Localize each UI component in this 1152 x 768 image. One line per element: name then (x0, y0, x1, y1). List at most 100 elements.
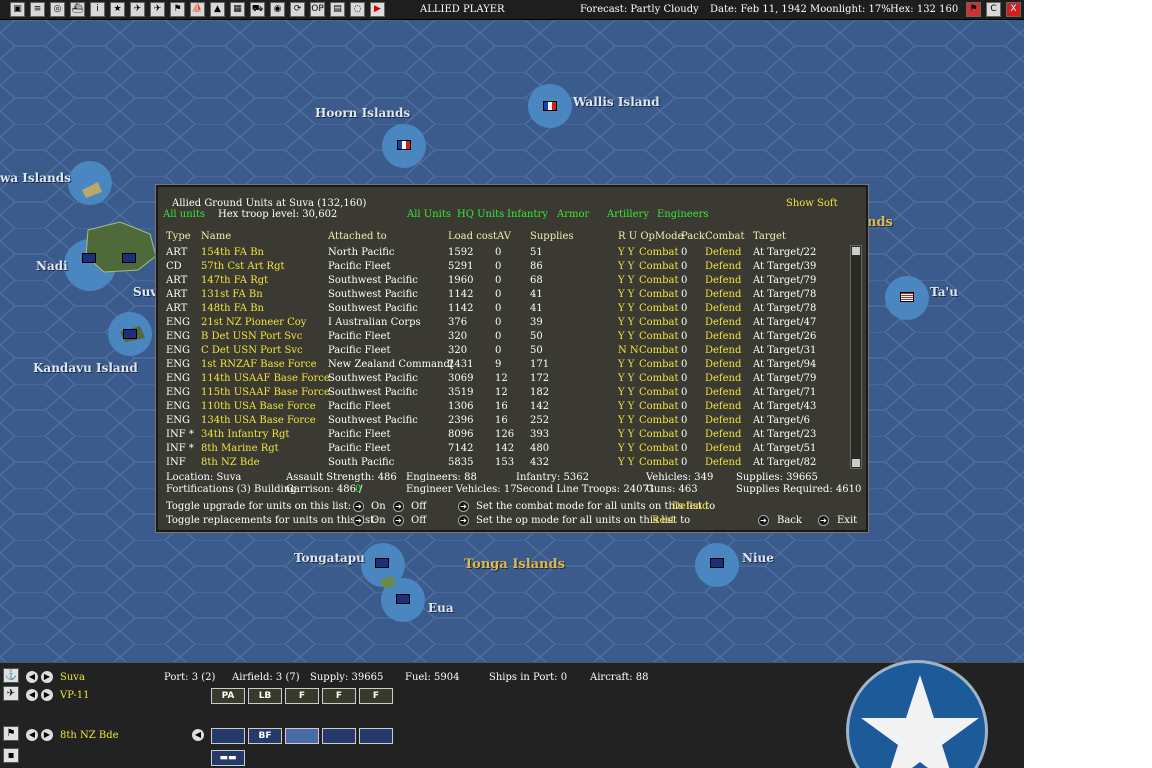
unit-name[interactable]: 154th FA Bn (201, 247, 264, 258)
air-unit-icon[interactable]: F (359, 688, 393, 704)
exit-icon[interactable]: ➔ (818, 515, 829, 526)
unit-row[interactable]: INF 8th NZ Bde South Pacific 5835 153 432 Y Y C… (158, 457, 838, 471)
unit-combat[interactable]: Defend (705, 429, 741, 440)
unit-opmode[interactable]: Combat (639, 331, 679, 342)
unit-name[interactable]: 147th FA Rgt (201, 275, 268, 286)
back-button[interactable]: Back (777, 515, 802, 526)
end-turn-icon[interactable]: ▶ (370, 2, 385, 17)
unit-combat[interactable]: Defend (705, 401, 741, 412)
info-icon[interactable]: i (90, 2, 105, 17)
uk-flag-icon[interactable] (122, 253, 136, 263)
unit-opmode[interactable]: Combat (639, 289, 679, 300)
save-icon[interactable]: ▣ (10, 2, 25, 17)
unit-name[interactable]: 131st FA Bn (201, 289, 263, 300)
prev-base-icon[interactable]: ◀ (26, 671, 38, 683)
show-soft-toggle[interactable]: Show Soft (786, 198, 838, 209)
unit-name[interactable]: 1st RNZAF Base Force (201, 359, 317, 370)
uk-flag-icon[interactable] (396, 594, 410, 604)
unit-row[interactable]: ART 147th FA Rgt Southwest Pacific 1960 0 68 Y… (158, 275, 838, 289)
globe-icon[interactable]: ◎ (50, 2, 65, 17)
unit-opmode[interactable]: Combat (639, 443, 679, 454)
col-load-cost[interactable]: Load cost (448, 231, 497, 242)
flag-icon[interactable]: ⚑ (3, 726, 19, 741)
unit-opmode[interactable]: Combat (639, 275, 679, 286)
base-name[interactable]: Suva (60, 672, 85, 683)
filter-artillery[interactable]: Artillery (607, 209, 649, 220)
unit-combat[interactable]: Defend (705, 261, 741, 272)
next-unit-icon[interactable]: ▶ (41, 729, 53, 741)
unit-opmode[interactable]: Combat (639, 457, 679, 468)
all-units-toggle[interactable]: All units (163, 209, 205, 220)
ship-unit-icon[interactable]: ▬▬ (211, 750, 245, 766)
unit-combat[interactable]: Defend (705, 317, 741, 328)
uk-flag-icon[interactable] (710, 558, 724, 568)
truck-icon[interactable]: ⛟ (250, 2, 265, 17)
land-unit-icon[interactable]: BF (248, 728, 282, 744)
air-unit-icon[interactable]: LB (248, 688, 282, 704)
land-unit-icon[interactable] (322, 728, 356, 744)
french-flag-icon[interactable] (543, 101, 557, 111)
scroll-up-icon[interactable] (852, 247, 860, 255)
unit-row[interactable]: ENG B Det USN Port Svc Pacific Fleet 320 0 50… (158, 331, 838, 345)
unit-name[interactable]: 57th Cst Art Rgt (201, 261, 285, 272)
upgrade-off-button[interactable]: Off (411, 501, 426, 512)
col-combat[interactable]: Combat (705, 231, 745, 242)
unit-row[interactable]: ENG 1st RNZAF Base Force New Zealand Comma… (158, 359, 838, 373)
scroll-down-icon[interactable] (852, 459, 860, 467)
earth-icon[interactable]: ◉ (270, 2, 285, 17)
air-unit-icon[interactable]: F (322, 688, 356, 704)
prev-land-unit-icon[interactable]: ◀ (192, 729, 204, 741)
squadron-name[interactable]: VP-11 (60, 690, 90, 701)
uk-flag-icon[interactable] (375, 558, 389, 568)
unit-combat[interactable]: Defend (705, 359, 741, 370)
unit-row[interactable]: ART 154th FA Bn North Pacific 1592 0 51 Y Y Com… (158, 247, 838, 261)
combat-mode-icon[interactable]: ➔ (458, 501, 469, 512)
replacements-on-icon[interactable]: ➔ (353, 515, 364, 526)
col-av[interactable]: AV (497, 231, 511, 242)
filter-all-units[interactable]: All Units (407, 209, 451, 220)
unit-name[interactable]: 8th Marine Rgt (201, 443, 279, 454)
airbase-icon[interactable]: ▲ (210, 2, 225, 17)
upgrade-on-button[interactable]: On (371, 501, 386, 512)
unit-row[interactable]: ENG 21st NZ Pioneer Coy I Australian Corps… (158, 317, 838, 331)
unit-row[interactable]: ART 148th FA Bn Southwest Pacific 1142 0 41 Y … (158, 303, 838, 317)
anchor-icon[interactable]: ⚓ (3, 668, 19, 683)
unit-opmode[interactable]: Combat (639, 359, 679, 370)
unit-name[interactable]: 8th NZ Bde (60, 730, 119, 741)
french-flag-icon[interactable] (397, 140, 411, 150)
filter-hq-units[interactable]: HQ Units (457, 209, 504, 220)
uk-flag-icon[interactable] (123, 329, 137, 339)
unit-row[interactable]: ENG 134th USA Base Force Southwest Pacific… (158, 415, 838, 429)
col-name[interactable]: Name (201, 231, 231, 242)
unit-row[interactable]: ENG C Det USN Port Svc Pacific Fleet 320 0 50… (158, 345, 838, 359)
unit-combat[interactable]: Defend (705, 345, 741, 356)
flag-icon[interactable]: ⚑ (966, 2, 981, 17)
unit-opmode[interactable]: Combat (639, 345, 679, 356)
unit-row[interactable]: ENG 114th USAAF Base Force Southwest Pacif… (158, 373, 838, 387)
prev-unit-icon[interactable]: ◀ (26, 729, 38, 741)
unit-name[interactable]: 134th USA Base Force (201, 415, 316, 426)
unit-name[interactable]: 115th USAAF Base Force (201, 387, 330, 398)
unit-opmode[interactable]: Combat (639, 247, 679, 258)
unit-combat[interactable]: Defend (705, 275, 741, 286)
filter-infantry[interactable]: Infantry (507, 209, 548, 220)
prev-squadron-icon[interactable]: ◀ (26, 689, 38, 701)
unit-combat[interactable]: Defend (705, 331, 741, 342)
unit-combat[interactable]: Defend (705, 415, 741, 426)
air-unit-icon[interactable]: F (285, 688, 319, 704)
unit-opmode[interactable]: Combat (639, 373, 679, 384)
unit-combat[interactable]: Defend (705, 373, 741, 384)
air-group-icon[interactable]: ✈ (3, 686, 19, 701)
unit-combat[interactable]: Defend (705, 289, 741, 300)
unit-opmode[interactable]: Combat (639, 429, 679, 440)
plane-icon[interactable]: ✈ (130, 2, 145, 17)
unit-row[interactable]: ENG 115th USAAF Base Force Southwest Pacif… (158, 387, 838, 401)
report-icon[interactable]: ▤ (330, 2, 345, 17)
col-type[interactable]: Type (166, 231, 191, 242)
op-mode-icon[interactable]: ➔ (458, 515, 469, 526)
ship-icon[interactable]: ⛴ (70, 2, 85, 17)
unit-name[interactable]: 110th USA Base Force (201, 401, 316, 412)
land-unit-icon[interactable] (285, 728, 319, 744)
unit-combat[interactable]: Defend (705, 443, 741, 454)
aircraft-icon[interactable]: ✈ (150, 2, 165, 17)
